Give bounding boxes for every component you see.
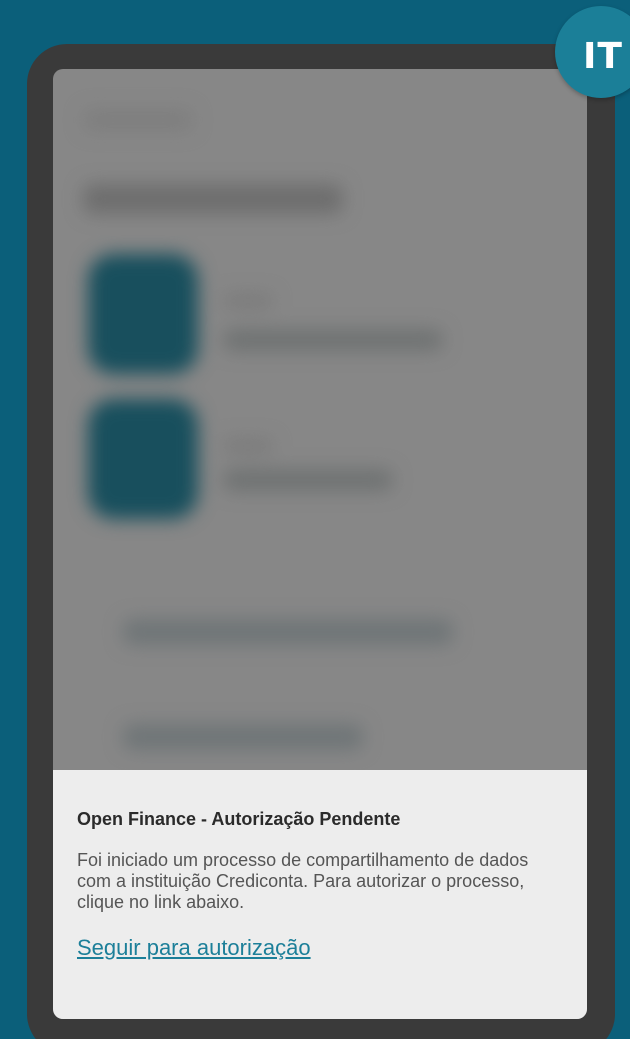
blurred-item-caption (223, 439, 273, 453)
blurred-item-label (223, 469, 393, 491)
blurred-header-text (83, 109, 193, 131)
blurred-button (123, 724, 363, 750)
notification-title: Open Finance - Autorização Pendente (77, 809, 401, 829)
notification-message: Foi iniciado um processo de compartilham… (77, 850, 529, 912)
blurred-button (123, 619, 453, 645)
notification-sheet: Open Finance - Autorização Pendente Foi … (53, 770, 587, 1019)
blurred-app-icon (88, 254, 198, 374)
blurred-item-caption (223, 294, 273, 308)
blurred-title-text (83, 184, 343, 214)
stage: Open Finance - Autorização Pendente Foi … (0, 0, 630, 1039)
badge-label: IT (583, 36, 623, 77)
authorization-link[interactable]: Seguir para autorização (77, 935, 311, 961)
blurred-app-icon (88, 399, 198, 519)
blurred-item-label (223, 329, 443, 351)
